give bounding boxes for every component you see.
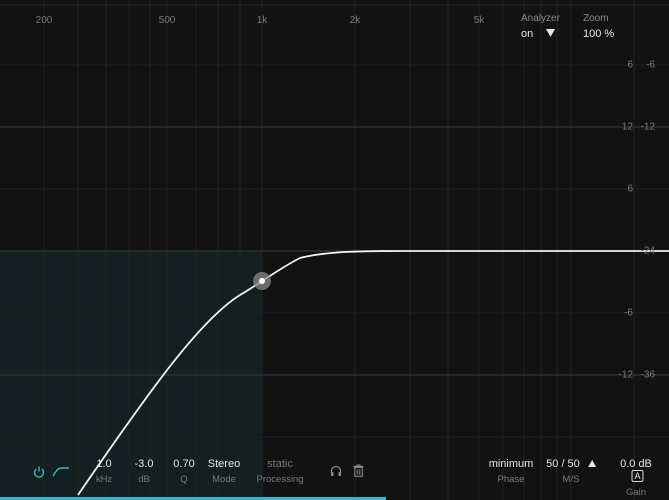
- zoom-value[interactable]: 100 %: [583, 28, 614, 40]
- analyzer-control[interactable]: Analyzer on: [521, 13, 560, 40]
- gain-label-left: -6: [624, 307, 633, 319]
- freq-label-500: 500: [158, 15, 176, 26]
- processing-value[interactable]: static: [257, 458, 304, 470]
- frequency-control[interactable]: 1.0 kHz: [96, 458, 112, 485]
- headphones-icon[interactable]: [330, 465, 342, 477]
- ms-value-row[interactable]: 50 / 50: [546, 458, 596, 470]
- frequency-unit: kHz: [95, 474, 113, 485]
- gain-control[interactable]: -3.0 dB: [135, 458, 154, 485]
- ms-value: 50 / 50: [546, 458, 580, 470]
- analyzer-title: Analyzer: [521, 13, 560, 24]
- processing-control[interactable]: static Processing: [257, 458, 304, 485]
- freq-label-1k: 1k: [256, 15, 268, 26]
- band-node-dot: [259, 278, 265, 284]
- output-gain-unit: Gain: [625, 487, 647, 498]
- triangle-down-icon[interactable]: [546, 29, 556, 37]
- freq-label-5k: 5k: [473, 15, 485, 26]
- mode-unit: Mode: [212, 474, 236, 485]
- eq-graph[interactable]: [0, 0, 669, 500]
- triangle-up-icon[interactable]: [587, 460, 596, 467]
- output-gain-row[interactable]: 0.0 dB A: [620, 458, 653, 483]
- ms-unit: M/S: [562, 474, 580, 485]
- phase-value[interactable]: minimum: [489, 458, 534, 470]
- mode-value[interactable]: Stereo: [208, 458, 240, 470]
- gain-label-left: 12: [621, 121, 633, 133]
- ms-control[interactable]: 50 / 50 M/S: [546, 458, 596, 485]
- phase-unit: Phase: [497, 474, 525, 485]
- highpass-shape-icon[interactable]: [52, 467, 70, 477]
- zoom-title: Zoom: [583, 13, 609, 24]
- gain-unit: dB: [138, 474, 150, 485]
- processing-unit: Processing: [256, 474, 304, 485]
- q-control[interactable]: 0.70 Q: [173, 458, 194, 485]
- band-control-bar: 1.0 kHz -3.0 dB 0.70 Q Stereo Mode stati…: [0, 458, 669, 500]
- gain-value[interactable]: -3.0: [135, 458, 154, 470]
- power-icon[interactable]: [33, 466, 45, 478]
- mode-control[interactable]: Stereo Mode: [208, 458, 240, 485]
- output-gain-value: 0.0 dB: [620, 458, 652, 470]
- gain-label-right: -6: [646, 59, 655, 71]
- gain-label-right: -12: [640, 121, 655, 133]
- gain-label-left: 6: [627, 183, 633, 195]
- analyzer-value-row[interactable]: on: [521, 28, 560, 40]
- freq-label-200: 200: [35, 15, 53, 26]
- frequency-value[interactable]: 1.0: [96, 458, 112, 470]
- zoom-control[interactable]: Zoom 100 %: [583, 13, 614, 40]
- q-unit: Q: [180, 474, 188, 485]
- freq-label-2k: 2k: [349, 15, 361, 26]
- output-gain-control[interactable]: 0.0 dB A Gain: [620, 458, 653, 498]
- q-value[interactable]: 0.70: [173, 458, 194, 470]
- gain-label-left: -12: [618, 369, 633, 381]
- phase-control[interactable]: minimum Phase: [489, 458, 534, 485]
- gain-label-left: 6: [627, 59, 633, 71]
- gain-label-right: -36: [640, 369, 655, 381]
- trash-icon[interactable]: [353, 464, 364, 477]
- auto-gain-badge[interactable]: A: [631, 470, 644, 482]
- gain-label-right: -24: [640, 245, 655, 257]
- analyzer-value: on: [521, 28, 534, 40]
